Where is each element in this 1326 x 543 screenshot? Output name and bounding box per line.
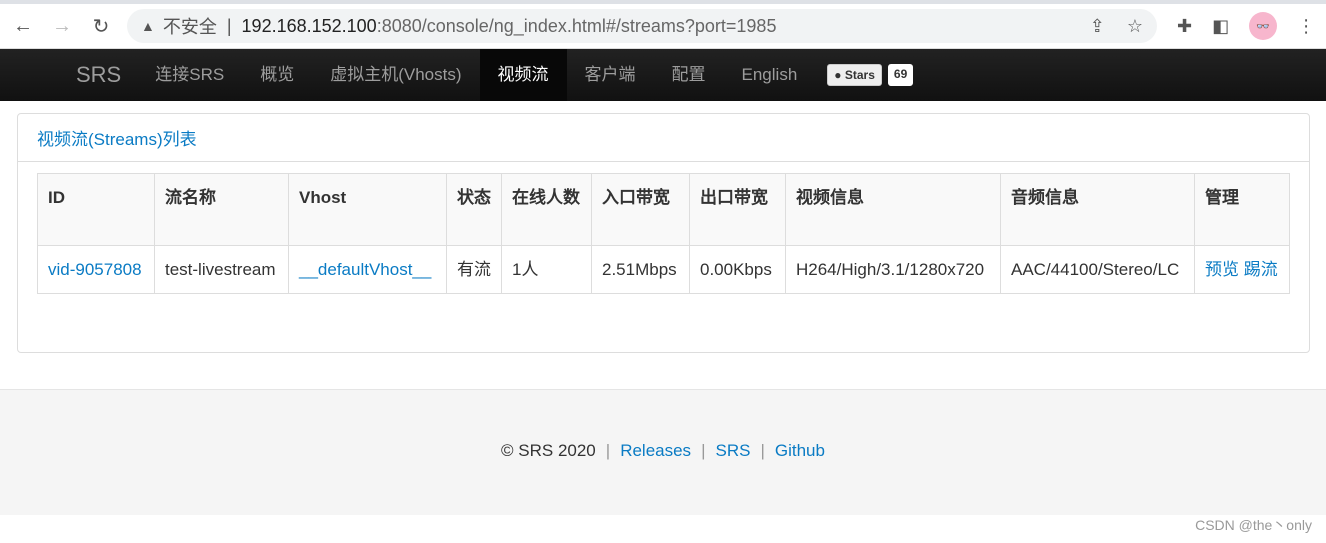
extensions-icon[interactable]: ✚ xyxy=(1177,16,1192,37)
reload-icon[interactable]: ↻ xyxy=(86,14,116,39)
address-bar[interactable]: ▲ 不安全 | 192.168.152.100:8080/console/ng_i… xyxy=(127,9,1157,43)
vhost-link[interactable]: __defaultVhost__ xyxy=(299,260,431,279)
col-actions: 管理 xyxy=(1194,173,1290,246)
github-icon: ● xyxy=(834,68,842,82)
url-host: 192.168.152.100 xyxy=(241,15,377,36)
footer: © SRS 2020 | Releases | SRS | Github xyxy=(0,389,1326,515)
preview-link[interactable]: 预览 xyxy=(1205,260,1239,279)
avatar[interactable]: 👓 xyxy=(1249,12,1278,40)
releases-link[interactable]: Releases xyxy=(620,441,691,460)
stars-count[interactable]: 69 xyxy=(887,64,914,86)
stream-video: H264/High/3.1/1280x720 xyxy=(785,245,1001,294)
nav-vhosts[interactable]: 虚拟主机(Vhosts) xyxy=(312,49,479,101)
nav-streams[interactable]: 视频流 xyxy=(479,49,567,101)
nav-config[interactable]: 配置 xyxy=(654,49,724,101)
table-row: vid-9057808 test-livestream __defaultVho… xyxy=(37,245,1290,294)
github-link[interactable]: Github xyxy=(775,441,825,460)
nav-connect[interactable]: 连接SRS xyxy=(137,49,242,101)
streams-table: ID 流名称 Vhost 状态 在线人数 入口带宽 出口带宽 视频信息 音频信息… xyxy=(37,173,1290,294)
col-video: 视频信息 xyxy=(785,173,1001,246)
col-name: 流名称 xyxy=(154,173,289,246)
github-stars[interactable]: ● Stars 69 xyxy=(827,64,914,86)
watermark: CSDN @the丶only xyxy=(1195,517,1312,533)
table-header: ID 流名称 Vhost 状态 在线人数 入口带宽 出口带宽 视频信息 音频信息… xyxy=(37,173,1290,246)
menu-icon[interactable]: ⋮ xyxy=(1297,16,1315,37)
stream-audio: AAC/44100/Stereo/LC xyxy=(1000,245,1195,294)
col-status: 状态 xyxy=(446,173,502,246)
security-label: 不安全 xyxy=(162,17,217,37)
kick-link[interactable]: 踢流 xyxy=(1244,260,1278,279)
sidepanel-icon[interactable]: ◧ xyxy=(1212,16,1229,37)
forward-icon[interactable]: → xyxy=(47,15,77,38)
stream-in-bw: 2.51Mbps xyxy=(591,245,690,294)
nav-english[interactable]: English xyxy=(724,49,816,101)
navbar: SRS 连接SRS 概览 虚拟主机(Vhosts) 视频流 客户端 配置 English ●… xyxy=(0,49,1326,101)
share-icon[interactable]: ⇪ xyxy=(1090,16,1105,37)
stream-out-bw: 0.00Kbps xyxy=(689,245,786,294)
col-vhost: Vhost xyxy=(288,173,447,246)
col-id: ID xyxy=(37,173,155,246)
warning-icon: ▲ xyxy=(141,18,155,34)
streams-panel: 视频流(Streams)列表 ID 流名称 Vhost 状态 在线人数 入口带宽… xyxy=(17,113,1310,353)
copyright: © SRS 2020 xyxy=(501,441,596,460)
url-path: :8080/console/ng_index.html#/streams?por… xyxy=(376,15,777,36)
stream-status: 有流 xyxy=(446,245,502,294)
srs-link[interactable]: SRS xyxy=(715,441,750,460)
nav-overview[interactable]: 概览 xyxy=(242,49,312,101)
stream-id-link[interactable]: vid-9057808 xyxy=(48,260,142,279)
brand[interactable]: SRS xyxy=(60,62,137,88)
col-in-bw: 入口带宽 xyxy=(591,173,690,246)
stream-clients: 1人 xyxy=(501,245,592,294)
col-clients: 在线人数 xyxy=(501,173,592,246)
stream-name: test-livestream xyxy=(154,245,289,294)
col-out-bw: 出口带宽 xyxy=(689,173,786,246)
browser-toolbar: ← → ↻ ▲ 不安全 | 192.168.152.100:8080/consol… xyxy=(0,0,1326,49)
stars-label: Stars xyxy=(844,68,875,82)
back-icon[interactable]: ← xyxy=(8,15,38,38)
panel-title: 视频流(Streams)列表 xyxy=(18,114,1309,162)
nav-clients[interactable]: 客户端 xyxy=(567,49,654,101)
col-audio: 音频信息 xyxy=(1000,173,1195,246)
star-icon[interactable]: ☆ xyxy=(1127,16,1143,37)
